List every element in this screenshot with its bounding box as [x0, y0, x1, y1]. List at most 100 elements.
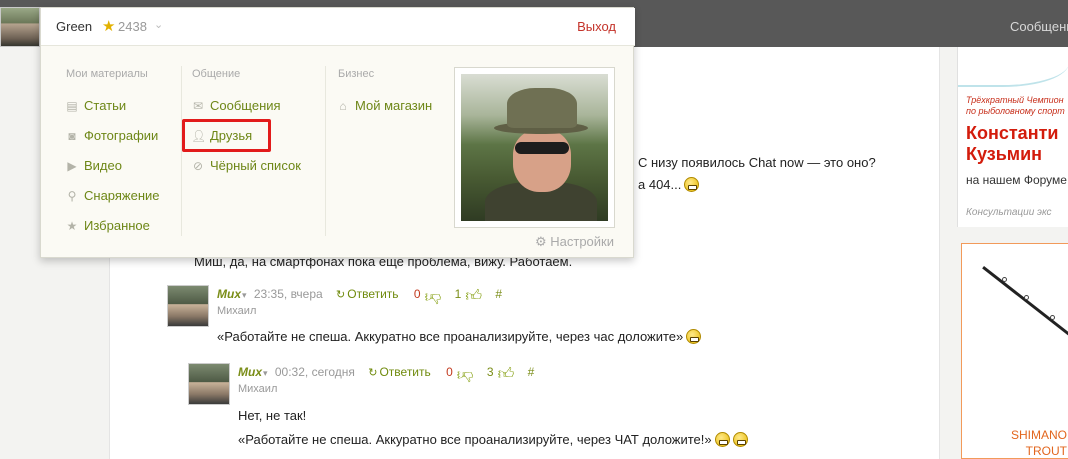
menu-item-my-shop[interactable]: ⌂ Мой магазин [336, 98, 432, 113]
photo-face [513, 130, 571, 192]
permalink-hash[interactable]: # [495, 287, 502, 301]
comment-header: Mux▾ 23:35, вчера ↻ Ответить 0 👍︎ 1 👍︎ # [217, 287, 502, 306]
comment-text-body: «Работайте не спеша. Аккуратно все проан… [217, 329, 684, 344]
menu-item-equipment[interactable]: ⚲ Снаряжение [65, 188, 160, 203]
smiley-icon [714, 432, 730, 447]
camera-icon: ◙ [68, 129, 76, 143]
gear-equipment-icon: ⚲ [67, 189, 77, 203]
comment-real-name: Михаил [238, 383, 278, 395]
comment-author[interactable]: Mux [238, 365, 262, 379]
post-text-line-1: С низу появилось Chat now — это оно? [638, 155, 876, 170]
comment-text-body: «Работайте не спеша. Аккуратно все проан… [238, 432, 712, 447]
menu-item-label: Видео [84, 158, 122, 173]
reply-button[interactable]: Ответить [347, 287, 398, 301]
ad-decoration [958, 47, 1068, 87]
comment-real-name: Михаил [217, 305, 257, 317]
dislike-count: 0 [446, 365, 453, 379]
menu-item-blacklist[interactable]: ⊘ Чёрный список [191, 158, 301, 173]
smiley-icon [684, 177, 700, 192]
gear-icon: ⚙ [534, 234, 547, 249]
ad-product-line: SHIMANO [1010, 428, 1067, 442]
ad-name-line: Кузьмин [966, 144, 1043, 164]
champion-ad-banner[interactable]: Трёхкратный Чемпион по рыболовному спорт… [957, 47, 1068, 227]
author-menu-dot-icon[interactable]: ▾ [242, 290, 247, 300]
like-count: 1 [454, 287, 462, 301]
rod-ring-icon [1002, 277, 1007, 282]
settings-link[interactable]: ⚙ Настройки [535, 234, 614, 250]
column-title-business: Бизнес [338, 68, 375, 80]
ad-subtitle-line: по рыболовному спорт [966, 106, 1065, 116]
messages-top-link[interactable]: Сообщения [1000, 0, 1068, 47]
reply-icon[interactable]: ↻ [336, 289, 345, 301]
comment-time: 23:35, вчера [253, 287, 323, 301]
smiley-icon [732, 432, 748, 447]
column-title-communication: Общение [192, 68, 241, 80]
menu-item-label: Чёрный список [210, 158, 301, 173]
shop-icon: ⌂ [339, 99, 347, 113]
permalink-hash[interactable]: # [528, 365, 535, 379]
dislike-count: 0 [413, 287, 421, 301]
ad-product-line: TROUT [1025, 444, 1067, 458]
menu-item-label: Мой магазин [355, 98, 433, 113]
chevron-down-icon[interactable]: ⌄ [154, 18, 163, 31]
thumbs-up-icon[interactable]: 👍︎ [498, 365, 515, 384]
comment: Mux▾ 00:32, сегодня ↻ Ответить 0 👍︎ 3 👍︎ # … [188, 363, 888, 459]
thumbs-down-icon[interactable]: 👍︎ [425, 287, 442, 306]
play-icon: ▶ [67, 159, 77, 173]
thumbs-up-icon[interactable]: 👍︎ [465, 287, 482, 306]
comment: Mux▾ 23:35, вчера ↻ Ответить 0 👍︎ 1 👍︎ # Ми… [167, 285, 867, 345]
fishing-rod-image [982, 266, 1068, 349]
blocked-icon: ⊘ [192, 159, 204, 173]
menu-item-favorites[interactable]: ★ Избранное [65, 218, 150, 233]
comment-header: Mux▾ 00:32, сегодня ↻ Ответить 0 👍︎ 3 👍︎ # [238, 365, 534, 384]
menu-item-label: Сообщения [210, 98, 281, 113]
column-divider [325, 66, 326, 236]
reply-button[interactable]: Ответить [379, 365, 430, 379]
menu-item-video[interactable]: ▶ Видео [65, 158, 122, 173]
menu-item-label: Избранное [84, 218, 150, 233]
fishing-rod-ad[interactable]: SHIMANO TROUT [961, 243, 1068, 459]
settings-label: Настройки [550, 234, 614, 249]
ad-footer: Консультации экс [966, 207, 1052, 218]
column-title-my-materials: Мои материалы [66, 68, 148, 80]
avatar[interactable] [188, 363, 230, 405]
user-menu-header: Green ★ 2438 ⌄ Выход [41, 8, 635, 46]
menu-item-messages[interactable]: ✉ Сообщения [191, 98, 281, 113]
comment-text: «Работайте не спеша. Аккуратно все проан… [217, 329, 702, 344]
profile-photo[interactable] [454, 67, 615, 228]
username[interactable]: Green [56, 19, 92, 34]
right-sidebar: Трёхкратный Чемпион по рыболовному спорт… [941, 47, 1068, 459]
rod-ring-icon [1024, 295, 1029, 300]
rod-ring-icon [1050, 315, 1055, 320]
menu-item-articles[interactable]: ▤ Статьи [65, 98, 126, 113]
user-avatar[interactable] [0, 7, 40, 47]
reply-icon[interactable]: ↻ [368, 367, 377, 379]
comment-text: «Работайте не спеша. Аккуратно все проан… [238, 432, 748, 447]
menu-item-photos[interactable]: ◙ Фотографии [65, 128, 158, 143]
star-icon: ★ [102, 18, 116, 35]
post-text-line-2-text: а 404... [638, 177, 682, 192]
menu-item-label: Снаряжение [84, 188, 160, 203]
ad-subtitle: Трёхкратный Чемпион по рыболовному спорт [966, 95, 1065, 117]
thumbs-down-icon[interactable]: 👍︎ [457, 365, 474, 384]
article-icon: ▤ [66, 99, 78, 113]
avatar[interactable] [167, 285, 209, 327]
envelope-icon: ✉ [192, 99, 204, 113]
logout-link[interactable]: Выход [577, 19, 616, 34]
ad-name: Константи Кузьмин [966, 123, 1058, 165]
profile-photo-image [461, 74, 608, 221]
comment-author[interactable]: Mux [217, 287, 241, 301]
photo-glasses [515, 142, 569, 154]
user-menu-dropdown: Green ★ 2438 ⌄ Выход Мои материалы ▤ Стат… [40, 7, 635, 258]
comment-text: Нет, не так! [238, 408, 307, 423]
menu-item-label: Фотографии [84, 128, 159, 143]
photo-hat [507, 88, 577, 128]
star-icon: ★ [66, 219, 78, 233]
like-count: 3 [486, 365, 494, 379]
post-text-line-2: а 404... [638, 177, 700, 192]
author-menu-dot-icon[interactable]: ▾ [263, 368, 268, 378]
smiley-icon [686, 329, 702, 344]
comment-time: 00:32, сегодня [274, 365, 355, 379]
ad-note: на нашем Форуме [966, 173, 1067, 187]
ad-name-line: Константи [966, 123, 1059, 143]
